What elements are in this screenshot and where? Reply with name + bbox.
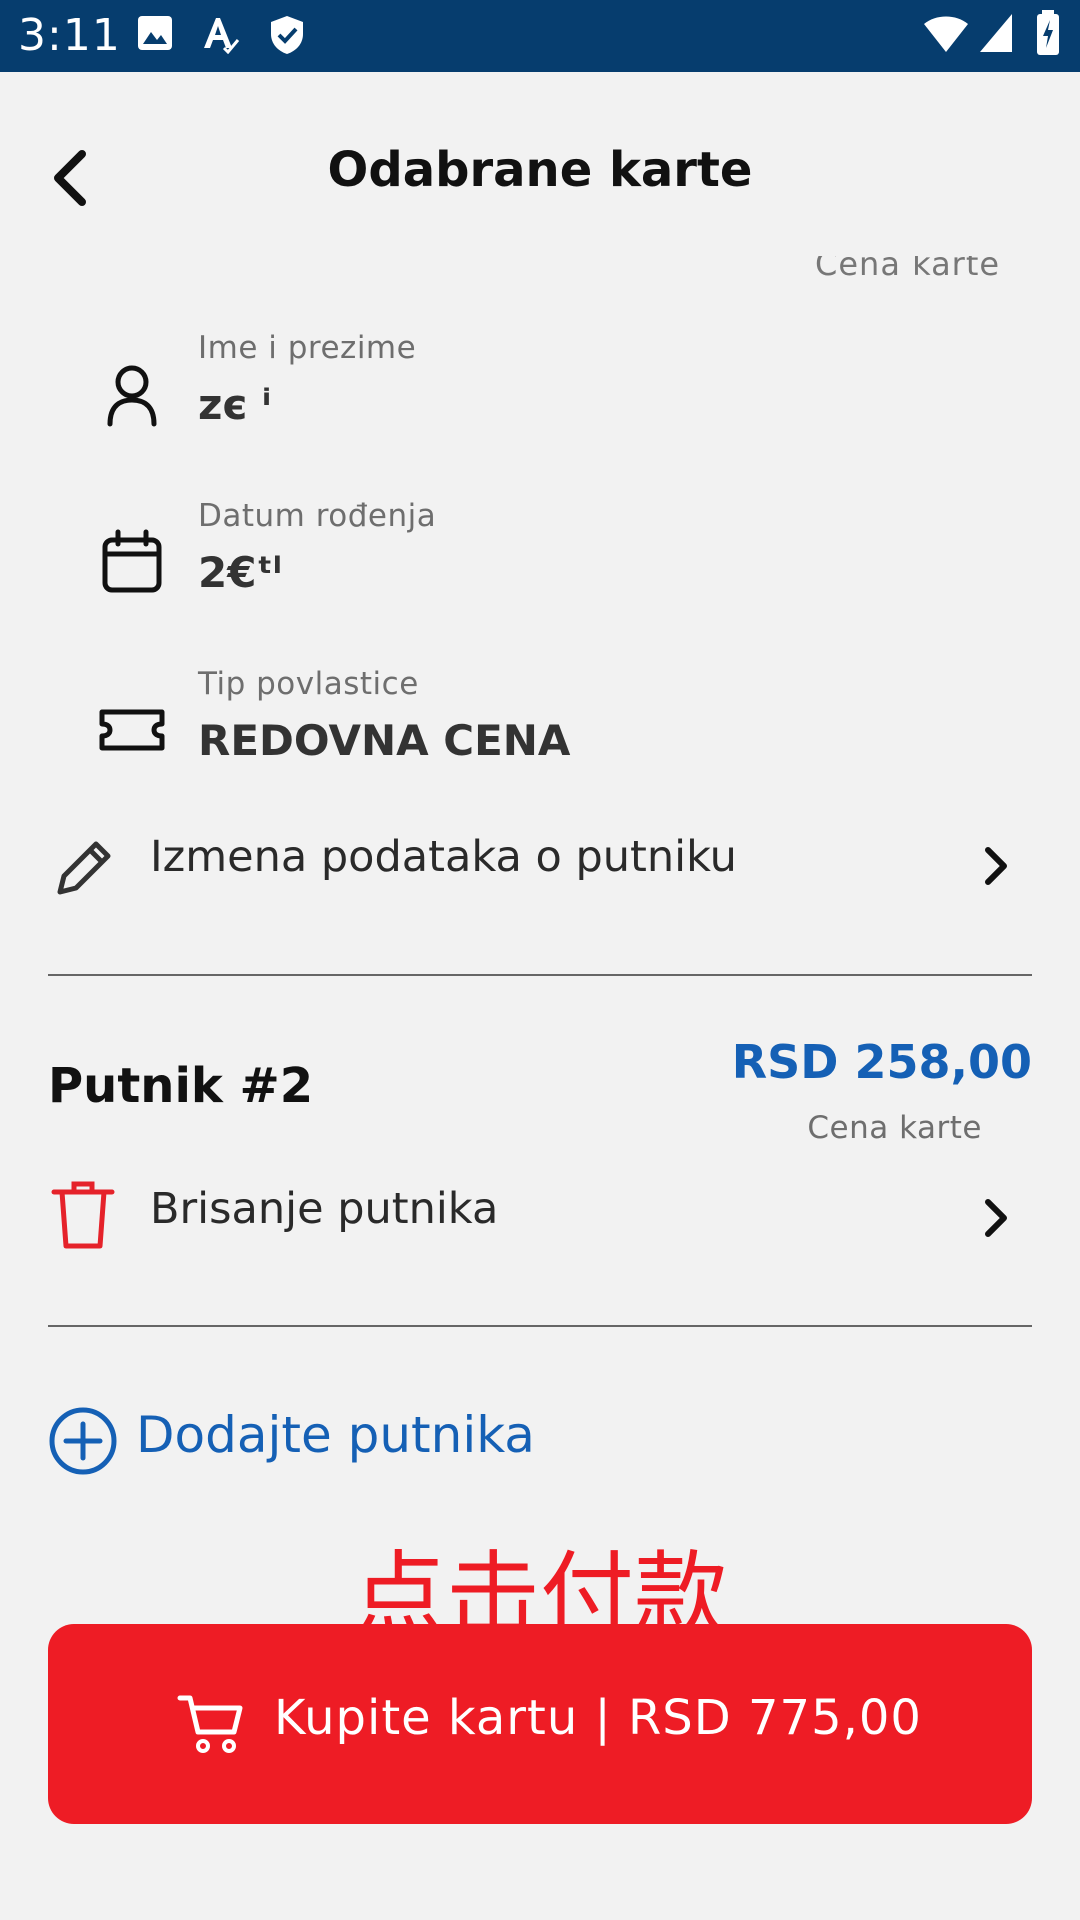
name-value: zє ⁱ (198, 380, 272, 429)
discount-type-value: REDOVNA CENA (198, 716, 571, 765)
add-passenger-button[interactable]: Dodajte putnika (48, 1400, 748, 1480)
ticket-icon (98, 696, 166, 764)
page-title: Odabrane karte (327, 142, 753, 198)
name-row: Ime i prezime zє ⁱ (0, 330, 1080, 460)
font-icon (200, 14, 240, 59)
divider (48, 974, 1032, 976)
buy-ticket-label: Kupite kartu | RSD 775,00 (274, 1690, 922, 1746)
app-bar: Odabrane karte (0, 72, 1080, 272)
pencil-icon (50, 826, 116, 902)
birth-date-label: Datum rođenja (198, 498, 437, 534)
edit-passenger-button[interactable]: Izmena podataka o putniku (0, 816, 1080, 916)
status-time: 3:11 (18, 10, 121, 61)
signal-icon (978, 12, 1014, 59)
birth-date-value: 2€ᵗˡ (198, 548, 282, 597)
delete-passenger-button[interactable]: Brisanje putnika (0, 1168, 1080, 1268)
plus-circle-icon (48, 1406, 118, 1476)
chevron-right-icon (980, 844, 1012, 888)
discount-type-label: Tip povlastice (198, 666, 419, 702)
battery-charging-icon (1036, 10, 1060, 61)
discount-type-row: Tip povlastice REDOVNA CENA (0, 666, 1080, 796)
status-bar: 3:11 (0, 0, 1080, 72)
image-icon (136, 14, 174, 57)
passenger-2-price-caption: Cena karte (807, 1110, 982, 1146)
shield-check-icon (268, 14, 306, 61)
trash-icon (50, 1178, 116, 1254)
passenger-2-title: Putnik #2 (48, 1058, 314, 1114)
price-caption-partial: Cena karte (815, 256, 1001, 283)
divider (48, 1325, 1032, 1327)
birth-date-row: Datum rođenja 2€ᵗˡ (0, 498, 1080, 628)
wifi-icon (922, 12, 970, 59)
buy-ticket-button[interactable]: Kupite kartu | RSD 775,00 (48, 1624, 1032, 1824)
delete-passenger-label: Brisanje putnika (150, 1184, 499, 1234)
edit-passenger-label: Izmena podataka o putniku (150, 832, 737, 882)
calendar-icon (98, 528, 166, 596)
chevron-right-icon (980, 1196, 1012, 1240)
name-label: Ime i prezime (198, 330, 417, 366)
passenger-2-price: RSD 258,00 (731, 1035, 1032, 1089)
person-icon (98, 360, 166, 428)
cart-icon (176, 1692, 248, 1756)
add-passenger-label: Dodajte putnika (136, 1406, 535, 1464)
